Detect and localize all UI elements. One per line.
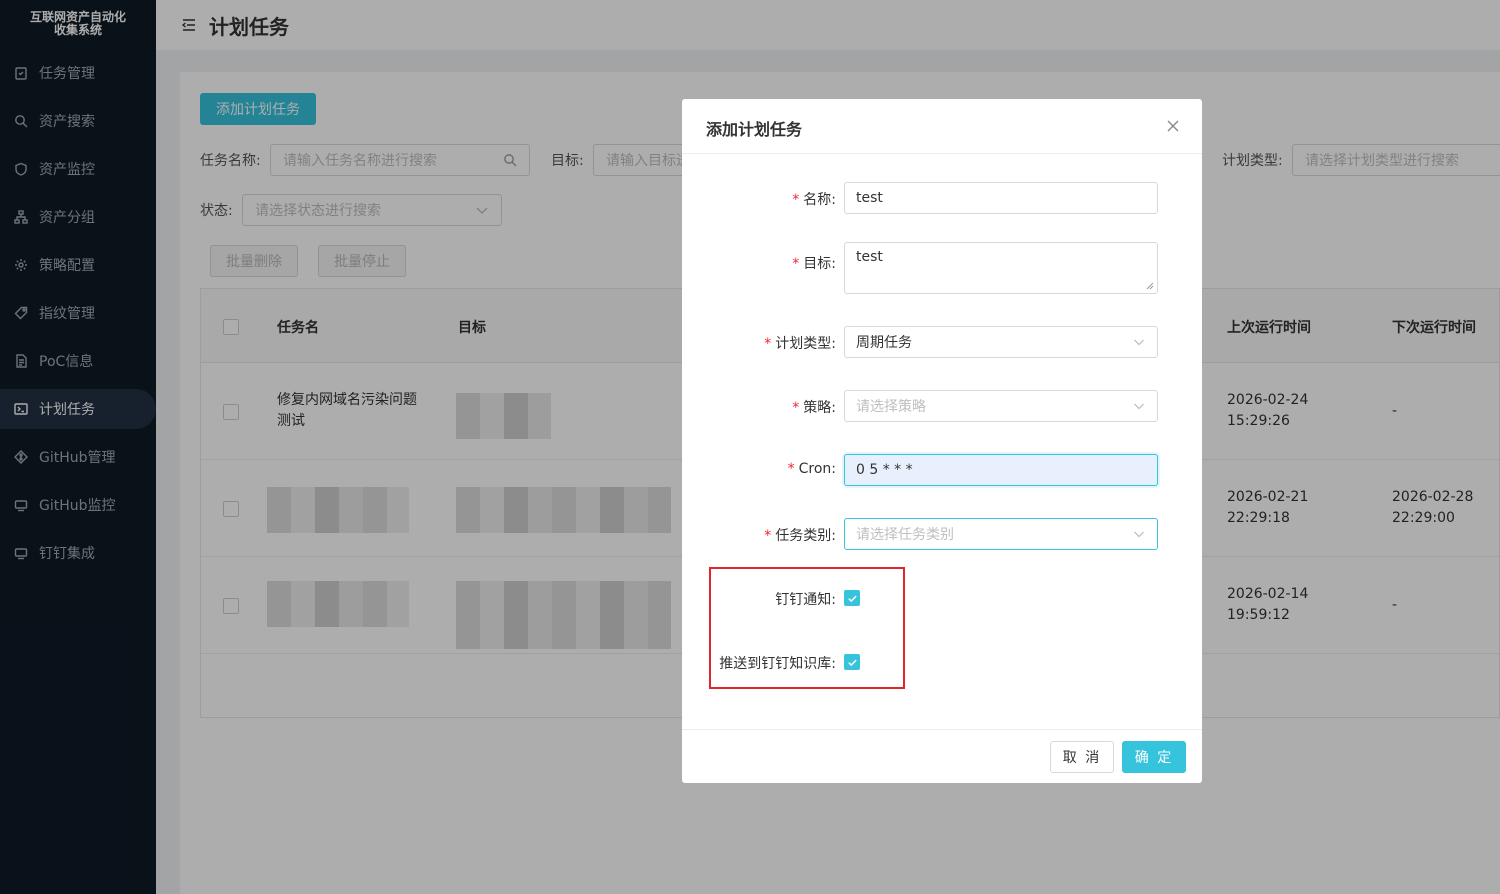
dingtalk-kb-label: 推送到钉钉知识库: xyxy=(719,656,836,672)
chevron-down-icon xyxy=(1134,403,1144,410)
target-label: * 目标: xyxy=(792,256,836,272)
add-scheduled-task-modal: 添加计划任务 * 名称: test * 目标: test * 计划类型: 周期任务 *… xyxy=(682,99,1202,783)
chevron-down-icon xyxy=(1134,531,1144,538)
cron-input[interactable]: 0 5 * * * xyxy=(844,454,1158,486)
check-icon xyxy=(847,659,857,666)
name-label: * 名称: xyxy=(792,192,836,208)
close-icon[interactable] xyxy=(1166,119,1180,133)
task-category-label: * 任务类别: xyxy=(764,528,836,544)
chevron-down-icon xyxy=(1134,339,1144,346)
target-textarea[interactable]: test xyxy=(844,242,1158,294)
name-input[interactable]: test xyxy=(844,182,1158,214)
strategy-select[interactable]: 请选择策略 xyxy=(844,390,1158,422)
dingtalk-notify-checkbox[interactable] xyxy=(844,590,860,606)
plan-type-label: * 计划类型: xyxy=(764,336,836,352)
modal-footer-divider xyxy=(682,729,1202,730)
strategy-label: * 策略: xyxy=(792,400,836,416)
confirm-button[interactable]: 确 定 xyxy=(1122,741,1186,773)
plan-type-select[interactable]: 周期任务 xyxy=(844,326,1158,358)
modal-header-divider xyxy=(682,153,1202,154)
dingtalk-notify-label: 钉钉通知: xyxy=(775,592,836,608)
dingtalk-kb-checkbox[interactable] xyxy=(844,654,860,670)
check-icon xyxy=(847,595,857,602)
resize-handle-icon[interactable] xyxy=(1146,282,1154,290)
cancel-button[interactable]: 取 消 xyxy=(1050,741,1114,773)
modal-title: 添加计划任务 xyxy=(706,120,803,139)
cron-label: * Cron: xyxy=(787,461,836,477)
task-category-select[interactable]: 请选择任务类别 xyxy=(844,518,1158,550)
